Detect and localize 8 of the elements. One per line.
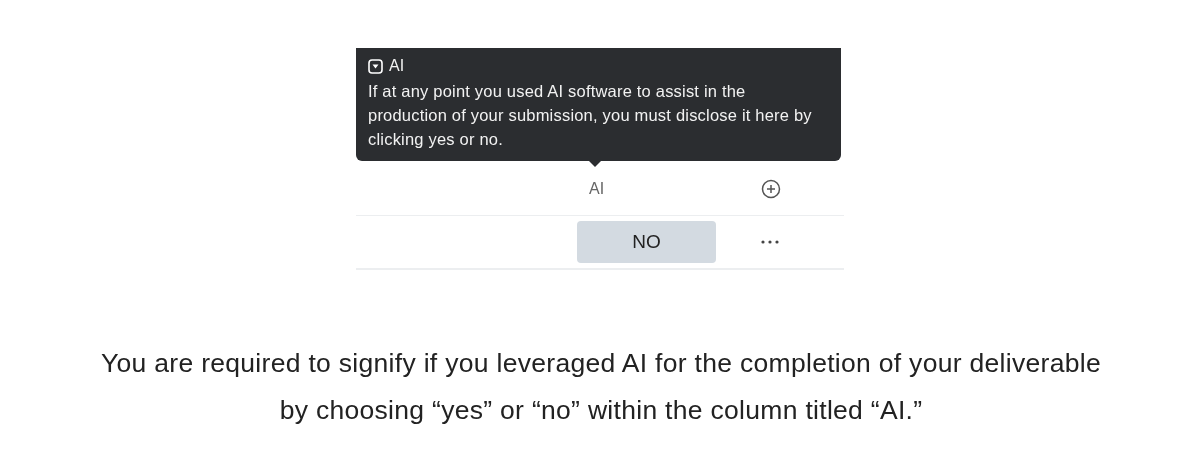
add-icon[interactable] (761, 179, 781, 199)
answer-pill[interactable]: NO (577, 221, 716, 263)
more-icon[interactable] (761, 240, 779, 244)
caption-text: You are required to signify if you leveraged AI for the completion of your deliverable by choosing “yes” or “no” within the column titled “AI.” (100, 347, 1102, 427)
tooltip-text: If at any point you used AI software to assist in the production of your submission, you must disclose it here by clicking yes or no. (368, 81, 813, 150)
tooltip-title: AI (389, 57, 405, 75)
column-header[interactable]: AI (589, 180, 605, 197)
dropdown-icon (368, 58, 383, 74)
